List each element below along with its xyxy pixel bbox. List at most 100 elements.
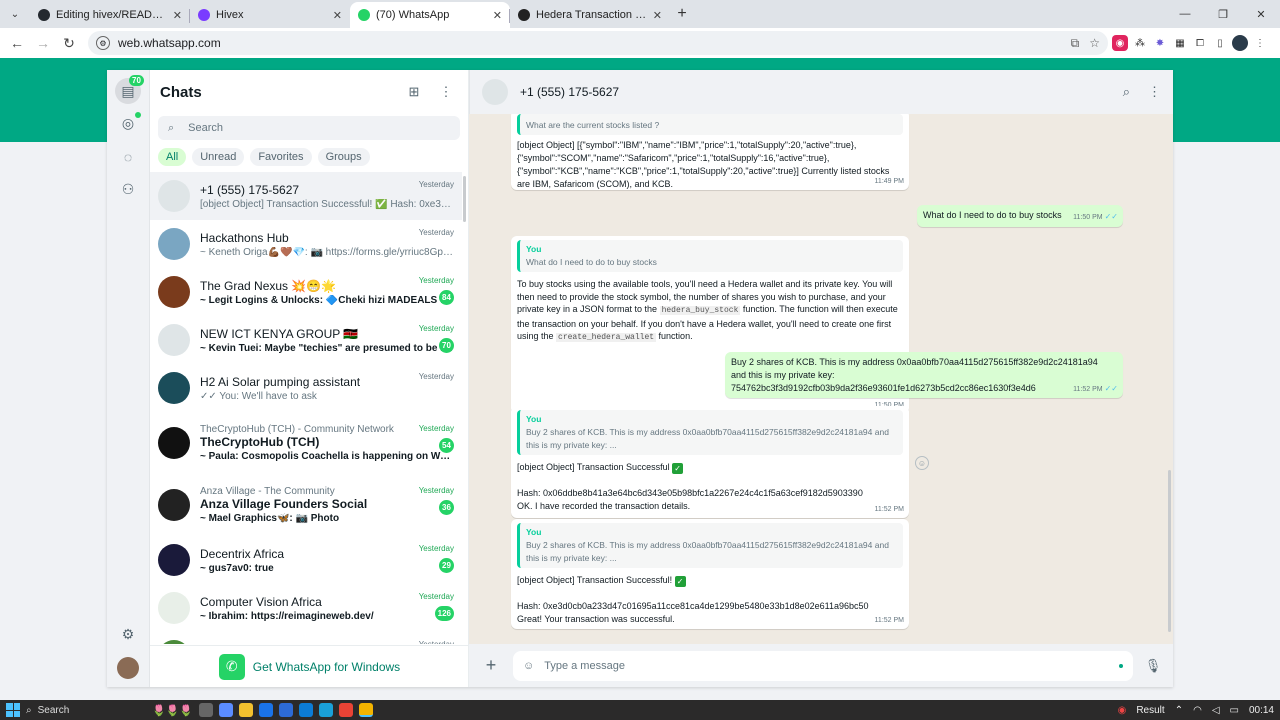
browser-menu-icon[interactable]: ⋮ xyxy=(1252,35,1268,51)
chat-meta: Yesterday 36 xyxy=(419,486,454,515)
close-tab-icon[interactable]: ✕ xyxy=(493,9,502,22)
gmail-icon[interactable] xyxy=(339,703,354,717)
chat-preview: ~ Keneth Origa💪🏾🤎💎: 📷 https://forms.gle/… xyxy=(200,246,454,258)
reload-button[interactable]: ↻ xyxy=(58,32,80,54)
browser-tab[interactable]: (70) WhatsApp ✕ xyxy=(350,2,510,28)
filter-chip-unread[interactable]: Unread xyxy=(192,148,245,166)
site-info-icon[interactable]: ⚙ xyxy=(96,36,110,50)
microphone-icon[interactable]: 🎙 xyxy=(1143,658,1163,674)
filter-chip-favorites[interactable]: Favorites xyxy=(250,148,312,166)
browser-tab[interactable]: Hedera Transaction 17435407 ✕ xyxy=(509,2,670,28)
copilot-icon[interactable] xyxy=(219,703,234,717)
search-icon[interactable]: ⌕ xyxy=(1123,84,1130,100)
sidebar-panel-icon[interactable]: ▯ xyxy=(1212,35,1228,51)
new-chat-icon[interactable]: ⊞ xyxy=(402,84,426,100)
taskbar: ⌕ Search 🌷🌷🌷 ◉ Result ⌃ ◠ ◁ ▭ 00:14 xyxy=(0,700,1280,720)
close-tab-icon[interactable]: ✕ xyxy=(653,9,662,22)
message-text: What do I need to do to buy stocks xyxy=(923,210,1062,220)
channels-nav-icon[interactable]: ◌ xyxy=(117,146,139,168)
my-profile-avatar[interactable] xyxy=(117,657,139,679)
store-icon[interactable] xyxy=(299,703,314,717)
message-bubble[interactable]: You Buy 2 shares of KCB. This is my addr… xyxy=(511,519,909,629)
filter-chip-all[interactable]: All xyxy=(158,148,187,166)
close-tab-icon[interactable]: ✕ xyxy=(173,9,182,22)
start-button[interactable] xyxy=(6,703,20,717)
chat-list-item[interactable]: +1 (555) 175-5627 [object Object] Transac… xyxy=(150,172,462,220)
quoted-message[interactable]: You Buy 2 shares of KCB. This is my addr… xyxy=(517,410,903,455)
volume-icon[interactable]: ◁ xyxy=(1212,705,1220,716)
quoted-message[interactable]: You What do I need to do to buy stocks xyxy=(517,240,903,272)
message-text: [object Object] [{"symbol":"IBM","name":… xyxy=(517,140,890,189)
address-bar[interactable]: ⚙ web.whatsapp.com ⧉ ☆ xyxy=(88,31,1108,55)
attach-plus-icon[interactable]: + xyxy=(479,655,503,676)
chats-header: Chats ⊞ ⋮ xyxy=(150,70,468,114)
contact-avatar[interactable] xyxy=(482,79,508,105)
minimize-button[interactable]: — xyxy=(1166,0,1204,28)
message-bubble[interactable]: What are the current stocks listed ? [ob… xyxy=(511,114,909,190)
message-bubble-outgoing[interactable]: What do I need to do to buy stocks 11:50… xyxy=(917,205,1123,227)
tulip-widget-icon[interactable]: 🌷🌷🌷 xyxy=(152,704,193,717)
settings-icon[interactable]: ⚙ xyxy=(117,623,139,645)
chrome-icon[interactable] xyxy=(359,703,374,717)
bookmark-star-icon[interactable]: ☆ xyxy=(1089,36,1100,51)
extension-icon[interactable]: ▦ xyxy=(1172,35,1188,51)
wifi-icon[interactable]: ◠ xyxy=(1193,705,1202,716)
clock[interactable]: 00:14 xyxy=(1249,705,1274,716)
mail-icon[interactable] xyxy=(279,703,294,717)
menu-icon[interactable]: ⋮ xyxy=(434,84,458,100)
message-bubble[interactable]: You Buy 2 shares of KCB. This is my addr… xyxy=(511,406,909,518)
browser-tab[interactable]: Hivex ✕ xyxy=(189,2,350,28)
extension-icon[interactable]: ⁂ xyxy=(1132,35,1148,51)
quoted-message[interactable]: What are the current stocks listed ? xyxy=(517,114,903,135)
battery-icon[interactable]: ▭ xyxy=(1230,705,1239,716)
chat-list-item[interactable]: TheCryptoHub (TCH) - Community Network Th… xyxy=(150,412,462,474)
message-input[interactable]: ☺ Type a message xyxy=(513,650,1133,681)
message-text: [object Object] Transaction Successful! … xyxy=(517,574,903,587)
result-icon[interactable]: ◉ xyxy=(1118,705,1127,716)
chevron-up-icon[interactable]: ⌃ xyxy=(1175,705,1183,716)
chat-name: NEW ICT KENYA GROUP 🇰🇪 xyxy=(200,326,359,341)
chat-list-item[interactable]: NEW ICT KENYA GROUP 🇰🇪 ~ Kevin Tuei: Mayb… xyxy=(150,316,462,364)
close-tab-icon[interactable]: ✕ xyxy=(333,9,342,22)
chat-list-item[interactable]: Hackathons Hub ~ Keneth Origa💪🏾🤎💎: 📷 http… xyxy=(150,220,462,268)
menu-icon[interactable]: ⋮ xyxy=(1148,84,1161,100)
extension-icon[interactable]: ◉ xyxy=(1112,35,1128,51)
conversation-header[interactable]: +1 (555) 175-5627 ⌕ ⋮ xyxy=(469,70,1173,114)
taskbar-search[interactable]: ⌕ Search xyxy=(26,702,146,718)
tab-search-button[interactable]: ⌄ xyxy=(4,3,26,25)
emoji-icon[interactable]: ☺ xyxy=(523,660,534,672)
extension-icon[interactable]: ✸ xyxy=(1152,35,1168,51)
quoted-message[interactable]: You Buy 2 shares of KCB. This is my addr… xyxy=(517,523,903,568)
new-tab-button[interactable]: + xyxy=(670,2,694,26)
close-window-button[interactable]: ✕ xyxy=(1242,0,1280,28)
chat-list-item[interactable]: H2 Ai Solar pumping assistant ✓✓ You: We'… xyxy=(150,364,462,412)
outlook-icon[interactable] xyxy=(259,703,274,717)
browser-tab[interactable]: Editing hivex/README.md at m ✕ xyxy=(30,2,190,28)
maximize-button[interactable]: ❐ xyxy=(1204,0,1242,28)
file-explorer-icon[interactable] xyxy=(239,703,254,717)
quoted-author: You xyxy=(526,414,542,424)
task-view-icon[interactable] xyxy=(199,703,214,717)
communities-nav-icon[interactable]: ⚇ xyxy=(117,178,139,200)
chat-time: Yesterday xyxy=(418,372,454,381)
forward-button[interactable]: → xyxy=(32,32,54,54)
filter-chip-groups[interactable]: Groups xyxy=(317,148,370,166)
chat-list-item[interactable]: ITI NETWORK DOCUMENTATION GRO...Yesterda… xyxy=(150,632,462,644)
conversation-scrollbar[interactable] xyxy=(1168,470,1171,632)
edge-icon[interactable] xyxy=(319,703,334,717)
chat-list-scrollbar[interactable] xyxy=(463,176,466,222)
install-app-icon[interactable]: ⧉ xyxy=(1071,36,1080,51)
profile-avatar[interactable] xyxy=(1232,35,1248,51)
message-bubble-outgoing[interactable]: Buy 2 shares of KCB. This is my address … xyxy=(725,352,1123,398)
chat-time: Yesterday xyxy=(418,276,454,285)
search-input[interactable]: ⌕ Search xyxy=(158,116,460,140)
chat-list-item[interactable]: Anza Village - The Community Anza Village… xyxy=(150,474,462,536)
reaction-emoji-icon[interactable]: ☺ xyxy=(915,456,929,470)
extensions-puzzle-icon[interactable]: ⧠ xyxy=(1192,35,1208,51)
chat-list-item[interactable]: Computer Vision Africa ~ Ibrahim: https:/… xyxy=(150,584,462,632)
get-windows-banner[interactable]: ✆ Get WhatsApp for Windows xyxy=(150,645,469,687)
chat-list-item[interactable]: Decentrix Africa ~ gus7av0: true Yesterday… xyxy=(150,536,462,584)
back-button[interactable]: ← xyxy=(6,32,28,54)
chat-name: TheCryptoHub (TCH) xyxy=(200,435,320,449)
chat-list-item[interactable]: The Grad Nexus 💥😁🌟 ~ Legit Logins & Unloc… xyxy=(150,268,462,316)
